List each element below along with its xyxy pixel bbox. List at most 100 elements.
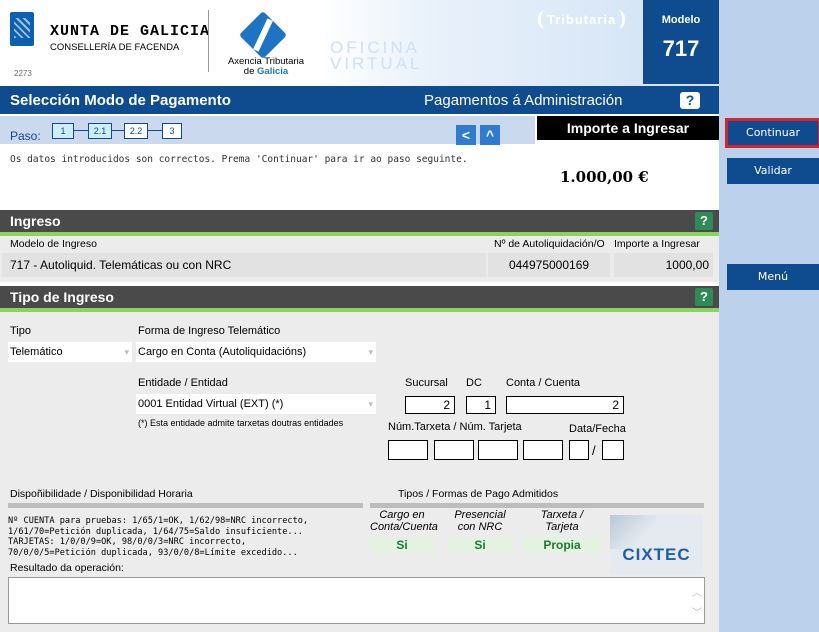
tipo-ingreso-section-header: Tipo de Ingreso ? bbox=[0, 286, 719, 312]
divider bbox=[8, 503, 363, 508]
tipo-value: Telemático bbox=[10, 346, 63, 358]
up-arrow-icon[interactable]: ^ bbox=[480, 125, 500, 145]
dc-label: DC bbox=[466, 377, 482, 389]
disponibilidade-label: Dispoñibilidade / Disponibilidad Horaria bbox=[10, 488, 193, 500]
chevron-down-icon: ▾ bbox=[368, 347, 373, 357]
modelo-number: 717 bbox=[662, 36, 700, 61]
pago-tarxeta-header: Tarxeta / Tarjeta bbox=[524, 509, 600, 533]
pago-presencial-header: Presencial con NRC bbox=[448, 509, 512, 533]
step-connector bbox=[148, 130, 162, 131]
oficina-line2: VIRTUAL bbox=[330, 54, 423, 73]
step-connector bbox=[74, 130, 88, 131]
data-label: Data/Fecha bbox=[569, 423, 626, 435]
title-bar: Selección Modo de Pagamento Pagamentos á… bbox=[0, 86, 719, 114]
pago-cargo-value: Si bbox=[370, 537, 434, 553]
ingreso-importe-value: 1000,00 bbox=[614, 253, 713, 277]
scroll-down-icon[interactable]: ﹀ bbox=[692, 604, 702, 619]
entidade-label: Entidade / Entidad bbox=[138, 377, 228, 389]
data-month-input[interactable] bbox=[569, 440, 589, 460]
info-line: 70/0/0/5=Petición duplicada, 93/0/0/8=Lí… bbox=[8, 547, 298, 558]
cixtec-text: CIXTEC bbox=[622, 545, 691, 564]
importe-header: Importe a Ingresar bbox=[537, 116, 719, 140]
ingreso-title: Ingreso bbox=[10, 213, 61, 229]
step-label: Paso: bbox=[10, 129, 41, 143]
modelo-label: Modelo bbox=[661, 14, 701, 26]
step-connector bbox=[112, 130, 124, 131]
tarxeta-input-1[interactable] bbox=[388, 440, 428, 460]
tributaria-badge: Tributaria bbox=[538, 10, 626, 29]
ingreso-section-header: Ingreso ? bbox=[0, 210, 719, 236]
step-2-2[interactable]: 2.2 bbox=[124, 123, 148, 139]
tipo-ingreso-title: Tipo de Ingreso bbox=[10, 289, 114, 305]
tipo-label: Tipo bbox=[10, 325, 31, 337]
ingreso-panel: Modelo de Ingreso Nº de Autoliquidación/… bbox=[0, 236, 719, 282]
agency-name-line2: de Galicia bbox=[216, 66, 316, 77]
sucursal-input[interactable]: 2 bbox=[405, 396, 455, 414]
forma-label: Forma de Ingreso Telemático bbox=[138, 325, 281, 337]
continuar-button[interactable]: Continuar bbox=[725, 118, 819, 148]
pago-tarxeta-value: Propia bbox=[524, 537, 600, 553]
scroll-up-icon[interactable]: ︿ bbox=[692, 584, 702, 599]
step-3[interactable]: 3 bbox=[162, 123, 182, 139]
divider bbox=[370, 503, 704, 508]
ingreso-help-icon[interactable]: ? bbox=[695, 212, 713, 230]
modelo-box: Modelo 717 bbox=[643, 0, 719, 84]
step-bar: Paso: 1 2.1 2.2 3 < ^ bbox=[0, 116, 535, 146]
conta-label: Conta / Cuenta bbox=[506, 377, 580, 389]
entidade-note: (*) Esta entidade admite tarxetas doutra… bbox=[138, 418, 344, 428]
forma-select[interactable]: Cargo en Conta (Autoliquidacións) ▾ bbox=[136, 342, 376, 362]
header-divider bbox=[208, 10, 209, 72]
tarxeta-label: Núm.Tarxeta / Núm. Tarjeta bbox=[388, 421, 522, 433]
pago-cargo-l2: Conta/Cuenta bbox=[370, 521, 438, 533]
col-importe-header: Importe a Ingresar bbox=[614, 238, 700, 250]
status-message: Os datos introducidos son correctos. Pre… bbox=[10, 154, 468, 165]
oficina-virtual-title: OFICINA VIRTUAL bbox=[330, 39, 423, 73]
back-arrow-icon[interactable]: < bbox=[456, 125, 476, 145]
xunta-shield-icon bbox=[10, 12, 34, 46]
tipo-select[interactable]: Telemático ▾ bbox=[8, 342, 132, 362]
sidebar: Continuar Validar Menú bbox=[719, 0, 819, 632]
data-year-input[interactable] bbox=[602, 440, 624, 460]
pago-presencial-value: Si bbox=[448, 537, 512, 553]
help-icon[interactable]: ? bbox=[680, 92, 700, 109]
col-autoliq-header: Nº de Autoliquidación/O bbox=[494, 238, 605, 250]
xunta-subtitle: CONSELLERÍA DE FACENDA bbox=[50, 42, 180, 53]
importe-value: 1.000,00 € bbox=[560, 168, 649, 186]
disponibilidade-text: Nº CUENTA para pruebas: 1/65/1=OK, 1/62/… bbox=[8, 516, 348, 568]
cixtec-logo: CIXTEC bbox=[610, 515, 703, 575]
info-line: Nº CUENTA para pruebas: 1/65/1=OK, 1/62/… bbox=[8, 516, 309, 526]
pago-presencial-l2: con NRC bbox=[457, 521, 503, 533]
autoliq-value: 044975000169 bbox=[488, 253, 610, 277]
step-2-1[interactable]: 2.1 bbox=[88, 123, 112, 139]
pago-cargo-header: Cargo en Conta/Cuenta bbox=[370, 509, 438, 533]
info-line: 1/61/70=Petición duplicada, 1/64/75=Sald… bbox=[8, 526, 303, 537]
tarxeta-input-4[interactable] bbox=[523, 440, 563, 460]
resultado-textarea[interactable]: ︿ ﹀ bbox=[8, 577, 705, 624]
tipo-ingreso-help-icon[interactable]: ? bbox=[695, 288, 713, 306]
tarxeta-input-2[interactable] bbox=[434, 440, 474, 460]
agency-galicia: Galicia bbox=[257, 66, 289, 77]
page-title: Selección Modo de Pagamento bbox=[10, 92, 231, 109]
modelo-value: 717 - Autoliquid. Telemáticas ou con NRC bbox=[2, 253, 486, 277]
agency-prefix: de bbox=[243, 66, 258, 77]
col-modelo-header: Modelo de Ingreso bbox=[10, 238, 97, 250]
entidade-value: 0001 Entidad Virtual (EXT) (*) bbox=[138, 398, 284, 410]
info-line: TARJETAS: 1/0/0/9=OK, 98/0/0/3=NRC incor… bbox=[8, 537, 246, 547]
validar-button[interactable]: Validar bbox=[727, 158, 819, 184]
pago-presencial-l1: Presencial bbox=[454, 509, 506, 521]
entidade-select[interactable]: 0001 Entidad Virtual (EXT) (*) ▾ bbox=[136, 394, 376, 414]
chevron-down-icon: ▾ bbox=[124, 347, 129, 357]
pago-tarxeta-l2: Tarjeta bbox=[545, 521, 579, 533]
step-1[interactable]: 1 bbox=[52, 123, 74, 139]
pago-tarxeta-l1: Tarxeta / bbox=[540, 509, 584, 521]
pago-cargo-l1: Cargo en bbox=[379, 509, 425, 521]
page-subtitle: Pagamentos á Administración bbox=[424, 92, 623, 109]
xunta-title: XUNTA DE GALICIA bbox=[50, 23, 211, 40]
dc-input[interactable]: 1 bbox=[466, 396, 496, 414]
menu-button[interactable]: Menú bbox=[727, 264, 819, 290]
chevron-down-icon: ▾ bbox=[368, 399, 373, 409]
tarxeta-input-3[interactable] bbox=[478, 440, 518, 460]
conta-input[interactable]: 2 bbox=[506, 396, 624, 414]
data-separator: / bbox=[592, 443, 596, 458]
xunta-code: 2273 bbox=[14, 69, 32, 78]
